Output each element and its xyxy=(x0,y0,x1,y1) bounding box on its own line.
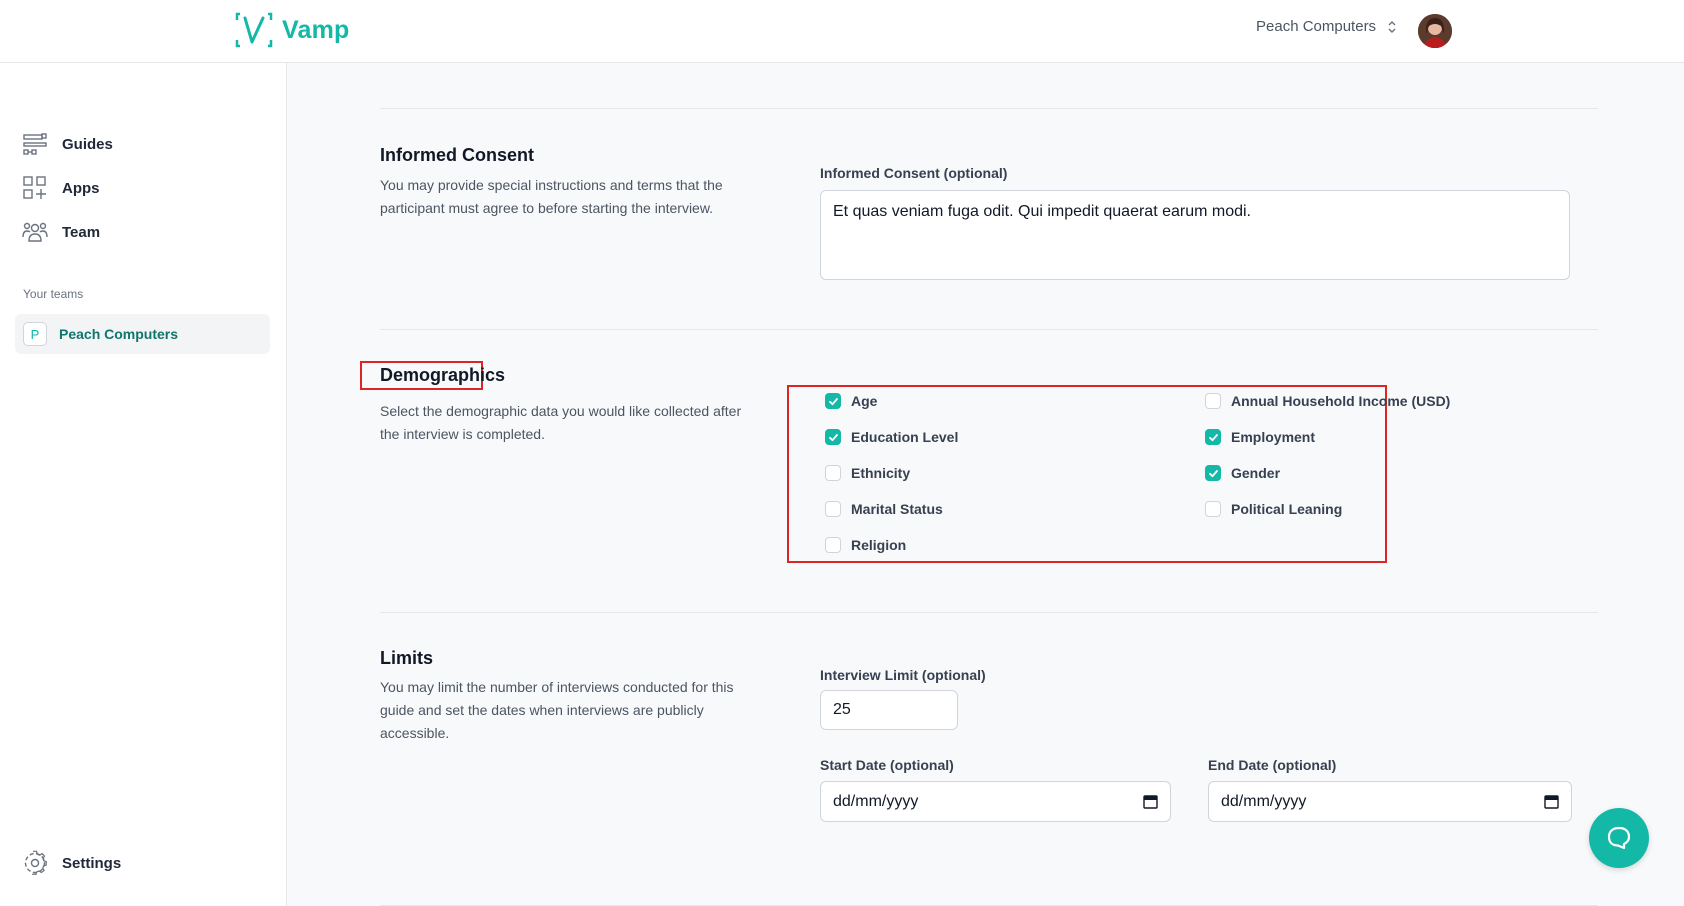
demographic-option[interactable]: Political Leaning xyxy=(1205,501,1342,517)
check-icon xyxy=(828,433,838,441)
main-content: Informed Consent You may provide special… xyxy=(288,63,1684,906)
chat-bubble-icon xyxy=(1607,826,1631,850)
sidebar: Guides Apps Team Your teams P Peach Comp… xyxy=(0,63,287,906)
guides-icon xyxy=(23,133,47,155)
end-date-placeholder: dd/mm/yyyy xyxy=(1221,792,1307,810)
team-icon xyxy=(22,222,48,242)
checkbox-unchecked[interactable] xyxy=(1205,501,1221,517)
apps-icon xyxy=(23,176,46,199)
sidebar-item-label: Team xyxy=(62,223,101,241)
demographic-option-label: Employment xyxy=(1231,429,1316,445)
end-date-input[interactable]: dd/mm/yyyy xyxy=(1208,781,1572,822)
checkbox-checked[interactable] xyxy=(825,429,841,445)
check-icon xyxy=(1208,433,1218,441)
section-divider xyxy=(380,329,1598,330)
demographic-option-label: Ethnicity xyxy=(851,465,911,481)
vamp-logo-icon xyxy=(235,12,273,48)
sidebar-item-team[interactable]: Team xyxy=(22,219,100,245)
checkbox-unchecked[interactable] xyxy=(1205,393,1221,409)
start-date-input[interactable]: dd/mm/yyyy xyxy=(820,781,1171,822)
demographic-option[interactable]: Education Level xyxy=(825,429,958,445)
sidebar-item-settings[interactable]: Settings xyxy=(22,850,121,876)
demographic-option-label: Gender xyxy=(1231,465,1281,481)
chevron-up-down-icon xyxy=(1388,20,1396,33)
sidebar-team-peach-computers[interactable]: P Peach Computers xyxy=(15,314,270,354)
demographic-option[interactable]: Annual Household Income (USD) xyxy=(1205,393,1450,409)
informed-consent-title: Informed Consent xyxy=(380,145,535,165)
checkbox-unchecked[interactable] xyxy=(825,465,841,481)
checkbox-checked[interactable] xyxy=(1205,429,1221,445)
section-divider xyxy=(380,108,1598,109)
interview-limit-value: 25 xyxy=(833,701,851,718)
limits-description: You may limit the number of interviews c… xyxy=(380,679,734,741)
sidebar-item-label: Guides xyxy=(62,135,113,153)
interview-limit-label: Interview Limit (optional) xyxy=(820,667,986,683)
gear-icon xyxy=(24,850,47,875)
brand-name: Vamp xyxy=(282,15,350,44)
demographic-option-label: Political Leaning xyxy=(1231,501,1343,517)
limits-title: Limits xyxy=(380,648,434,668)
calendar-icon[interactable] xyxy=(1143,794,1158,809)
user-avatar[interactable] xyxy=(1418,14,1452,48)
interview-limit-input[interactable]: 25 xyxy=(820,690,958,730)
start-date-placeholder: dd/mm/yyyy xyxy=(833,792,919,810)
demographic-option-label: Annual Household Income (USD) xyxy=(1231,393,1451,409)
informed-consent-label: Informed Consent (optional) xyxy=(820,165,1008,181)
help-chat-button[interactable] xyxy=(1589,808,1649,868)
demographic-option[interactable]: Religion xyxy=(825,537,906,553)
teams-heading: Your teams xyxy=(23,287,84,301)
checkbox-checked[interactable] xyxy=(825,393,841,409)
demographic-option-label: Education Level xyxy=(851,429,959,445)
demographic-option[interactable]: Employment xyxy=(1205,429,1315,445)
demographic-option[interactable]: Gender xyxy=(1205,465,1280,481)
vamp-logo[interactable]: Vamp xyxy=(234,10,350,50)
demographic-option-label: Marital Status xyxy=(851,501,943,517)
team-switcher[interactable]: Peach Computers xyxy=(1256,18,1398,35)
top-bar: Vamp Peach Computers xyxy=(0,0,1684,63)
start-date-label: Start Date (optional) xyxy=(820,757,954,773)
sidebar-item-label: Apps xyxy=(62,179,100,197)
check-icon xyxy=(1208,469,1218,477)
demographics-description: Select the demographic data you would li… xyxy=(380,403,742,442)
demographics-title: Demographics xyxy=(380,365,506,385)
informed-consent-textarea[interactable]: Et quas veniam fuga odit. Qui impedit qu… xyxy=(820,190,1570,280)
team-switcher-label: Peach Computers xyxy=(1256,18,1377,35)
demographic-option[interactable]: Age xyxy=(825,393,877,409)
sidebar-item-guides[interactable]: Guides xyxy=(22,131,113,157)
demographic-option[interactable]: Marital Status xyxy=(825,501,943,517)
calendar-icon[interactable] xyxy=(1544,794,1559,809)
checkbox-checked[interactable] xyxy=(1205,465,1221,481)
demographic-option-label: Religion xyxy=(851,537,907,553)
demographic-option[interactable]: Ethnicity xyxy=(825,465,910,481)
informed-consent-description: You may provide special instructions and… xyxy=(380,177,723,216)
team-initial-badge: P xyxy=(23,322,47,346)
sidebar-item-apps[interactable]: Apps xyxy=(22,175,100,201)
team-name: Peach Computers xyxy=(59,326,179,342)
demographic-option-label: Age xyxy=(851,393,878,409)
checkbox-unchecked[interactable] xyxy=(825,501,841,517)
section-divider xyxy=(380,612,1598,613)
sidebar-item-label: Settings xyxy=(62,854,122,872)
checkbox-unchecked[interactable] xyxy=(825,537,841,553)
end-date-label: End Date (optional) xyxy=(1208,757,1337,773)
check-icon xyxy=(828,397,838,405)
